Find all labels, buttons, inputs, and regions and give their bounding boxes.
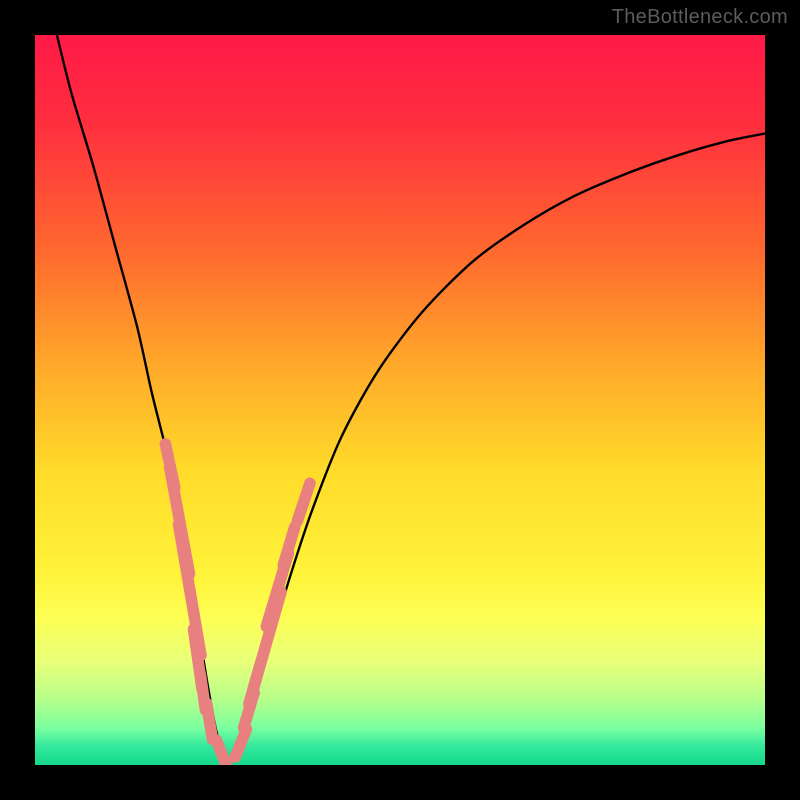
plot-area (35, 35, 765, 765)
curve-layer (35, 35, 765, 765)
data-point-marker (242, 585, 288, 712)
data-point-markers (158, 437, 317, 765)
chart-container: TheBottleneck.com (0, 0, 800, 800)
data-point-marker (290, 476, 317, 528)
data-point-marker (276, 520, 302, 573)
watermark-text: TheBottleneck.com (612, 6, 788, 29)
bottleneck-curve (57, 35, 765, 760)
